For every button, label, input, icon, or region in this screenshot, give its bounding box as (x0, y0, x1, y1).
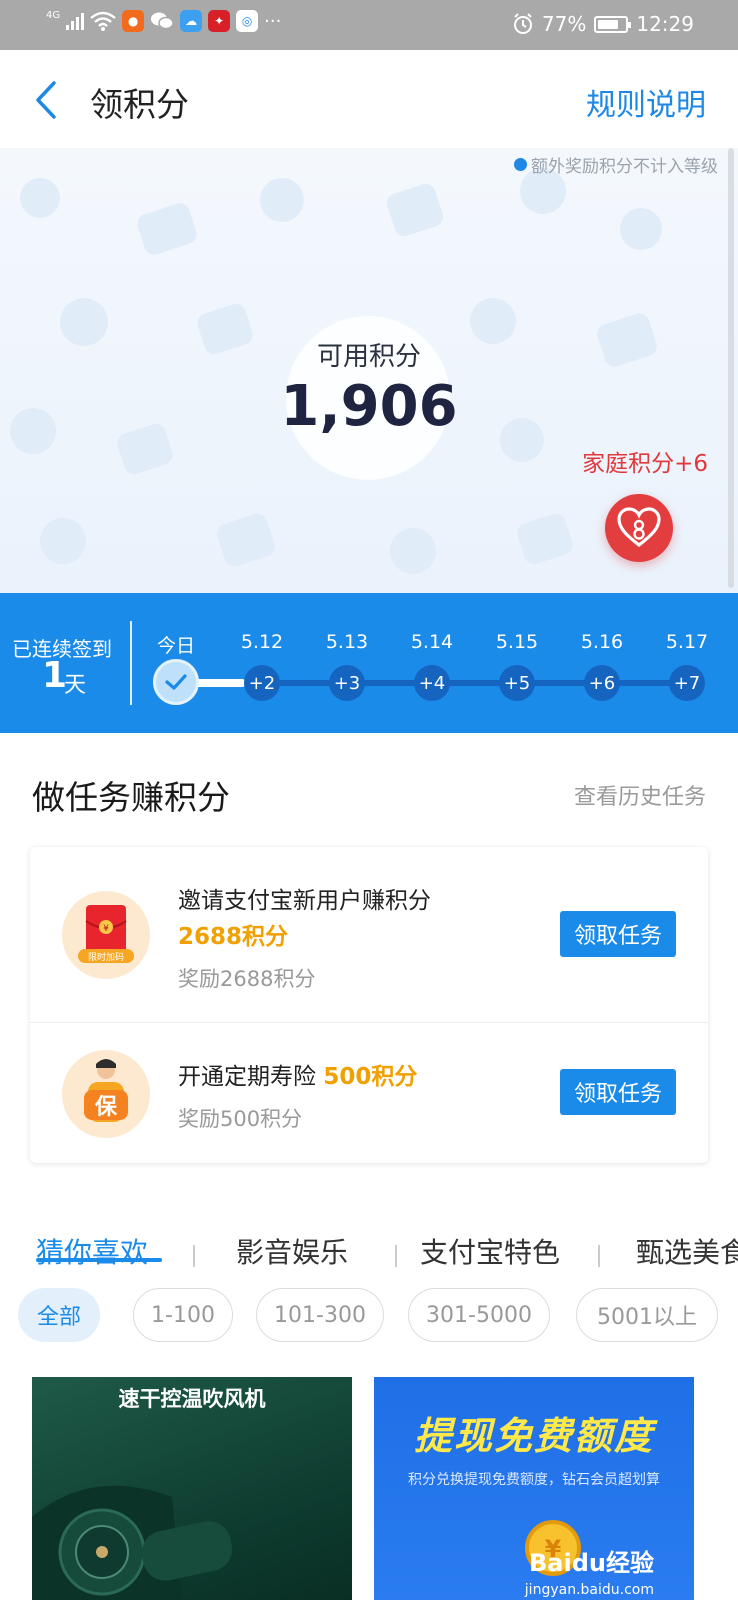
q-app-icon: ◎ (236, 10, 259, 32)
task-card: ¥ 限时加码 邀请支付宝新用户赚积分 2688积分 奖励2688积分 领取任务 保… (30, 847, 708, 1163)
task-row-insurance[interactable]: 保 开通定期寿险 500积分 奖励500积分 领取任务 (30, 1022, 708, 1163)
filter-chip-all[interactable]: 全部 (18, 1288, 100, 1342)
filter-chip[interactable]: 301-5000 (408, 1288, 550, 1342)
day-node[interactable]: +6 (584, 665, 620, 701)
uc-browser-icon: ● (122, 10, 145, 32)
task-name-line: 开通定期寿险 500积分 (178, 1057, 417, 1091)
wechat-icon (151, 12, 174, 30)
checkin-strip: 已连续签到 1 天 今日 5.12 +2 5.13 +3 5.14 +4 5.1… (0, 593, 738, 733)
day-label: 5.15 (495, 631, 539, 653)
streak-divider (130, 621, 132, 705)
day-label: 5.17 (665, 631, 709, 653)
checkmark-icon (165, 674, 187, 690)
page-header: 领积分 规则说明 (0, 50, 738, 148)
hair-dryer-image (32, 1485, 233, 1600)
clock: 12:29 (636, 12, 694, 36)
background-pattern (20, 178, 60, 218)
product-card[interactable]: 提现免费额度 积分兑换提现免费额度，钻石会员超划算 ¥ Baidu经验 jing… (374, 1377, 694, 1600)
task-name: 开通定期寿险 (178, 1064, 316, 1090)
insurance-symbol: 保 (94, 1095, 118, 1120)
claim-task-button[interactable]: 领取任务 (560, 911, 676, 957)
back-button[interactable] (30, 78, 64, 122)
app-root: { "status_bar": { "network": "4G", "batt… (0, 0, 738, 1600)
product-card[interactable]: 速干控温吹风机 (32, 1377, 352, 1600)
yuan-symbol: ¥ (103, 924, 109, 934)
day-label: 5.14 (410, 631, 454, 653)
status-bar: 4G ● ☁ ✦ ◎ ··· 77% 12:29 (0, 0, 738, 50)
day-label: 5.13 (325, 631, 369, 653)
family-points-label[interactable]: 家庭积分+6 (582, 444, 708, 478)
status-left: 4G ● ☁ ✦ ◎ ··· (46, 10, 281, 32)
background-pattern (620, 208, 662, 250)
signal-icon (66, 12, 85, 30)
background-pattern (40, 518, 86, 564)
filter-chip[interactable]: 101-300 (256, 1288, 384, 1342)
background-pattern (260, 178, 304, 222)
day-node[interactable]: +3 (329, 665, 365, 701)
points-hero: 额外奖励积分不计入等级 可用积分 1,906 家庭积分+6 (0, 148, 738, 593)
day-node[interactable]: +7 (669, 665, 705, 701)
tab-alipay-special[interactable]: 支付宝特色 (420, 1231, 560, 1271)
task-reward: 奖励500积分 (178, 1107, 303, 1131)
battery-percent: 77% (541, 12, 587, 36)
filter-chip[interactable]: 1-100 (133, 1288, 233, 1342)
available-points-value[interactable]: 1,906 (0, 374, 738, 439)
cloud-app-icon: ☁ (180, 10, 203, 32)
watermark-brand: Baidu经验 (529, 1549, 654, 1577)
limited-badge: 限时加码 (88, 951, 124, 963)
wifi-icon (90, 11, 116, 31)
note-dot-icon (514, 158, 527, 171)
note-text: 额外奖励积分不计入等级 (531, 157, 718, 177)
day-label: 5.16 (580, 631, 624, 653)
task-points: 2688积分 (178, 924, 289, 950)
day-label: 今日 (156, 635, 195, 657)
alarm-icon (513, 13, 532, 34)
tasks-title: 做任务赚积分 (32, 778, 230, 817)
day-node-today[interactable] (153, 659, 199, 705)
task-row-invite[interactable]: ¥ 限时加码 邀请支付宝新用户赚积分 2688积分 奖励2688积分 领取任务 (30, 847, 708, 1022)
background-pattern (134, 200, 200, 258)
page-title: 领积分 (90, 85, 189, 124)
extra-points-note: 额外奖励积分不计入等级 (514, 152, 718, 177)
day-node[interactable]: +5 (499, 665, 535, 701)
tab-separator (395, 1245, 397, 1267)
product-subtitle: 积分兑换提现免费额度，钻石会员超划算 (408, 1472, 660, 1488)
product-title: 提现免费额度 (413, 1414, 654, 1458)
more-notifications-icon: ··· (264, 10, 282, 32)
rules-link[interactable]: 规则说明 (586, 80, 706, 124)
available-points-label: 可用积分 (316, 342, 421, 372)
chevron-left-icon (36, 81, 56, 119)
task-reward: 奖励2688积分 (178, 967, 316, 991)
status-right: 77% 12:29 (512, 12, 694, 36)
background-pattern (384, 181, 446, 239)
background-pattern (390, 528, 436, 574)
task-history-link[interactable]: 查看历史任务 (574, 779, 706, 811)
task-name: 邀请支付宝新用户赚积分 (178, 888, 431, 914)
filter-chip[interactable]: 5001以上 (576, 1288, 718, 1342)
heart-icon (617, 507, 661, 548)
watermark-url: jingyan.baidu.com (524, 1582, 654, 1598)
claim-task-button[interactable]: 领取任务 (560, 1069, 676, 1115)
tab-recommended[interactable]: 猜你喜欢 (36, 1231, 148, 1271)
battery-icon (594, 15, 632, 33)
active-tab-underline (36, 1258, 162, 1262)
day-label: 5.12 (240, 631, 284, 653)
insurance-icon: 保 (62, 1050, 150, 1138)
news-app-icon: ✦ (208, 10, 231, 32)
tab-separator (193, 1245, 195, 1267)
tasks-section: 做任务赚积分 查看历史任务 ¥ 限时加码 邀请支付宝新用户赚积分 2688积分 奖… (0, 733, 738, 1173)
streak-unit: 天 (64, 673, 87, 698)
tab-food[interactable]: 甄选美食 (636, 1231, 738, 1271)
background-pattern (514, 511, 576, 567)
family-points-button[interactable] (605, 494, 673, 562)
red-envelope-icon: ¥ 限时加码 (62, 891, 150, 979)
background-pattern (214, 511, 278, 569)
day-node[interactable]: +2 (244, 665, 280, 701)
task-points: 500积分 (323, 1064, 418, 1090)
tab-separator (598, 1245, 600, 1267)
tab-entertainment[interactable]: 影音娱乐 (236, 1231, 348, 1271)
network-type: 4G (46, 10, 61, 21)
day-node[interactable]: +4 (414, 665, 450, 701)
